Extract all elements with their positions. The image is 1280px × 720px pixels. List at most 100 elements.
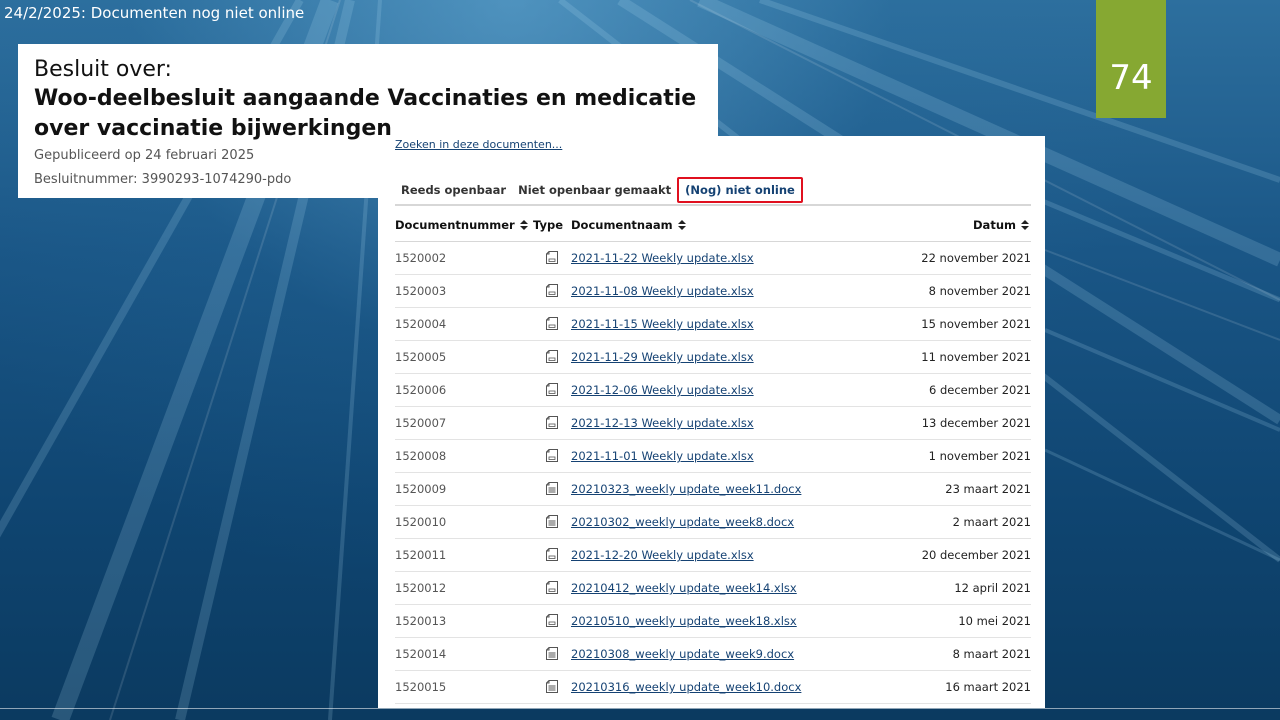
- document-number: 1520004: [395, 307, 533, 341]
- document-type: [533, 472, 571, 506]
- document-link[interactable]: 20210316_weekly update_week10.docx: [571, 680, 801, 694]
- table-row: 1520009 20210323_weekly update_week11.doc…: [395, 472, 1031, 506]
- document-link[interactable]: 20210302_weekly update_week8.docx: [571, 515, 794, 529]
- table-row: 1520006 2021-12-06 Weekly update.xlsx 6 de…: [395, 373, 1031, 407]
- documents-table: Documentnummer Type Documentnaam Datum 1…: [395, 208, 1031, 704]
- spreadsheet-icon: [546, 416, 558, 430]
- besluit-heading: Woo-deelbesluit aangaande Vaccinaties en…: [34, 86, 697, 141]
- document-link[interactable]: 2021-12-20 Weekly update.xlsx: [571, 548, 754, 562]
- document-link[interactable]: 2021-11-22 Weekly update.xlsx: [571, 251, 754, 265]
- document-type: [533, 571, 571, 605]
- document-link[interactable]: 20210510_weekly update_week18.xlsx: [571, 614, 797, 628]
- spreadsheet-icon: [546, 284, 558, 298]
- document-link[interactable]: 2021-11-15 Weekly update.xlsx: [571, 317, 754, 331]
- document-number: 1520014: [395, 637, 533, 671]
- document-type: [533, 274, 571, 308]
- spreadsheet-icon: [546, 251, 558, 265]
- document-number: 1520006: [395, 373, 533, 407]
- document-number: 1520009: [395, 472, 533, 506]
- search-documents-link[interactable]: Zoeken in deze documenten...: [395, 138, 562, 151]
- document-name: 2021-11-22 Weekly update.xlsx: [571, 241, 871, 275]
- document-name: 20210412_weekly update_week14.xlsx: [571, 571, 871, 605]
- table-row: 1520012 20210412_weekly update_week14.xls…: [395, 571, 1031, 605]
- document-number: 1520007: [395, 406, 533, 440]
- document-date: 10 mei 2021: [871, 604, 1031, 638]
- besluit-label: Besluit over:: [34, 57, 172, 82]
- document-icon: [546, 680, 558, 694]
- documents-table-body: 1520002 2021-11-22 Weekly update.xlsx 22 n…: [395, 241, 1031, 704]
- table-row: 1520013 20210510_weekly update_week18.xls…: [395, 604, 1031, 638]
- document-link[interactable]: 20210412_weekly update_week14.xlsx: [571, 581, 797, 595]
- document-number: 1520003: [395, 274, 533, 308]
- tab-niet-openbaar-gemaakt[interactable]: Niet openbaar gemaakt: [512, 177, 677, 203]
- spreadsheet-icon: [546, 548, 558, 562]
- column-header-label: Documentnaam: [571, 217, 673, 232]
- document-date: 8 maart 2021: [871, 637, 1031, 671]
- spreadsheet-icon: [546, 317, 558, 331]
- document-icon: [546, 482, 558, 496]
- document-type: [533, 670, 571, 704]
- document-date: 20 december 2021: [871, 538, 1031, 572]
- sort-icon: [677, 219, 686, 230]
- document-number: 1520013: [395, 604, 533, 638]
- document-date: 2 maart 2021: [871, 505, 1031, 539]
- document-name: 2021-12-20 Weekly update.xlsx: [571, 538, 871, 572]
- document-date: 16 maart 2021: [871, 670, 1031, 704]
- table-row: 1520005 2021-11-29 Weekly update.xlsx 11 n…: [395, 340, 1031, 374]
- document-number: 1520005: [395, 340, 533, 374]
- document-name: 2021-11-29 Weekly update.xlsx: [571, 340, 871, 374]
- document-name: 2021-11-15 Weekly update.xlsx: [571, 307, 871, 341]
- document-number: 1520008: [395, 439, 533, 473]
- column-header-type: Type: [533, 208, 571, 242]
- document-name: 20210308_weekly update_week9.docx: [571, 637, 871, 671]
- document-date: 23 maart 2021: [871, 472, 1031, 506]
- document-number: 1520011: [395, 538, 533, 572]
- column-header-documentnaam[interactable]: Documentnaam: [571, 208, 871, 242]
- document-icon: [546, 647, 558, 661]
- table-row: 1520003 2021-11-08 Weekly update.xlsx 8 no…: [395, 274, 1031, 308]
- document-link[interactable]: 20210323_weekly update_week11.docx: [571, 482, 801, 496]
- table-row: 1520002 2021-11-22 Weekly update.xlsx 22 n…: [395, 241, 1031, 275]
- document-type: [533, 373, 571, 407]
- document-type: [533, 406, 571, 440]
- documents-panel: Zoeken in deze documenten... Reeds openb…: [378, 136, 1045, 708]
- document-link[interactable]: 2021-11-29 Weekly update.xlsx: [571, 350, 754, 364]
- column-header-datum[interactable]: Datum: [871, 208, 1031, 242]
- table-header-row: Documentnummer Type Documentnaam Datum: [395, 208, 1031, 242]
- document-type: [533, 241, 571, 275]
- document-date: 22 november 2021: [871, 241, 1031, 275]
- document-date: 11 november 2021: [871, 340, 1031, 374]
- table-row: 1520007 2021-12-13 Weekly update.xlsx 13 d…: [395, 406, 1031, 440]
- document-link[interactable]: 2021-12-06 Weekly update.xlsx: [571, 383, 754, 397]
- tab-nog-niet-online[interactable]: (Nog) niet online: [677, 177, 803, 203]
- spreadsheet-icon: [546, 614, 558, 628]
- document-date: 15 november 2021: [871, 307, 1031, 341]
- document-name: 20210323_weekly update_week11.docx: [571, 472, 871, 506]
- document-number: 1520010: [395, 505, 533, 539]
- document-name: 20210302_weekly update_week8.docx: [571, 505, 871, 539]
- sort-icon: [1021, 219, 1029, 230]
- document-type: [533, 505, 571, 539]
- document-type: [533, 604, 571, 638]
- spreadsheet-icon: [546, 581, 558, 595]
- document-icon: [546, 515, 558, 529]
- document-link[interactable]: 2021-11-01 Weekly update.xlsx: [571, 449, 754, 463]
- column-header-label: Datum: [973, 217, 1016, 232]
- document-link[interactable]: 2021-12-13 Weekly update.xlsx: [571, 416, 754, 430]
- table-row: 1520004 2021-11-15 Weekly update.xlsx 15 n…: [395, 307, 1031, 341]
- column-header-label: Documentnummer: [395, 217, 515, 232]
- column-header-documentnummer[interactable]: Documentnummer: [395, 208, 533, 242]
- table-row: 1520008 2021-11-01 Weekly update.xlsx 1 no…: [395, 439, 1031, 473]
- document-name: 20210510_weekly update_week18.xlsx: [571, 604, 871, 638]
- sort-icon: [519, 219, 528, 230]
- document-date: 13 december 2021: [871, 406, 1031, 440]
- tab-reeds-openbaar[interactable]: Reeds openbaar: [395, 177, 512, 203]
- document-name: 20210316_weekly update_week10.docx: [571, 670, 871, 704]
- slide-title: 24/2/2025: Documenten nog niet online: [4, 4, 305, 22]
- spreadsheet-icon: [546, 449, 558, 463]
- document-link[interactable]: 2021-11-08 Weekly update.xlsx: [571, 284, 754, 298]
- document-type: [533, 340, 571, 374]
- footer-divider: [0, 708, 1280, 709]
- document-link[interactable]: 20210308_weekly update_week9.docx: [571, 647, 794, 661]
- document-date: 8 november 2021: [871, 274, 1031, 308]
